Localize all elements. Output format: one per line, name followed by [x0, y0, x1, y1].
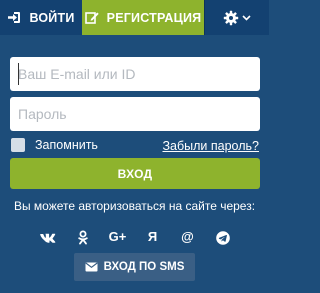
envelope-icon [85, 262, 98, 272]
tab-login-label: ВОЙТИ [29, 10, 75, 25]
social-login-list: G+ Я @ [30, 226, 240, 248]
chevron-down-icon [241, 14, 251, 21]
telegram-icon[interactable] [210, 226, 236, 248]
email-field[interactable] [10, 57, 260, 91]
forgot-password-link[interactable]: Забыли пароль? [162, 139, 259, 153]
sms-login-label: ВХОД ПО SMS [103, 261, 185, 273]
text-cursor [18, 63, 19, 85]
edit-icon [84, 11, 99, 24]
remember-me[interactable]: Запомнить [11, 138, 98, 152]
sms-login-button[interactable]: ВХОД ПО SMS [74, 253, 195, 281]
odnoklassniki-icon[interactable] [70, 226, 96, 248]
yandex-icon[interactable]: Я [140, 226, 166, 248]
tab-login[interactable]: ВОЙТИ [0, 0, 82, 35]
tab-register-label: РЕГИСТРАЦИЯ [106, 10, 202, 25]
sign-in-icon [7, 11, 21, 24]
login-panel: Запомнить Забыли пароль? ВХОД Вы можете … [0, 35, 269, 293]
tab-register[interactable]: РЕГИСТРАЦИЯ [82, 0, 204, 35]
remember-label: Запомнить [35, 138, 98, 152]
gear-icon [223, 10, 239, 26]
google-plus-icon[interactable]: G+ [105, 226, 131, 248]
remember-checkbox[interactable] [11, 138, 25, 152]
password-field[interactable] [10, 97, 260, 131]
mailru-icon[interactable]: @ [175, 226, 201, 248]
login-button[interactable]: ВХОД [10, 158, 260, 189]
auth-tabs: ВОЙТИ РЕГИСТРАЦИЯ [0, 0, 269, 35]
settings-dropdown[interactable] [204, 0, 269, 35]
social-login-prompt: Вы можете авторизоваться на сайте через: [13, 199, 256, 213]
vk-icon[interactable] [35, 226, 61, 248]
